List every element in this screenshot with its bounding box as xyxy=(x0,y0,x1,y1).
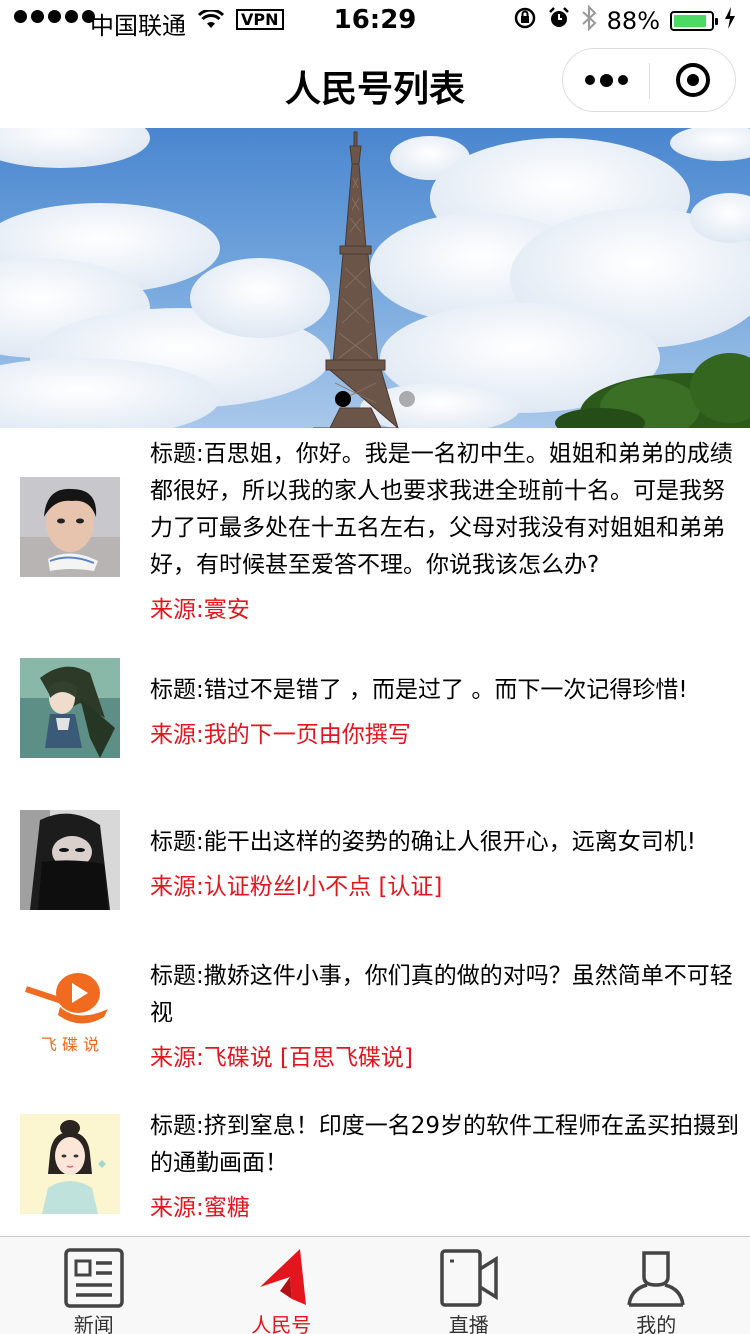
target-icon xyxy=(676,63,710,97)
tab-bar: 新闻 人民号 直播 我的 xyxy=(0,1236,750,1334)
bluetooth-icon xyxy=(581,4,597,37)
people-logo-icon xyxy=(260,1249,307,1305)
miniprogram-capsule xyxy=(562,48,736,112)
news-source: 来源:蜜糖 xyxy=(150,1195,250,1221)
avatar xyxy=(20,810,120,910)
battery-percentage: 88% xyxy=(606,7,660,35)
feidieshuo-logo: 飞 碟 说 xyxy=(20,961,120,1061)
tab-live[interactable]: 直播 xyxy=(375,1237,563,1334)
list-item[interactable]: 标题:挤到窒息！印度一名29岁的软件工程师在孟买拍摄到的通勤画面！ 来源:蜜糖 xyxy=(0,1108,750,1236)
battery-icon xyxy=(670,11,718,31)
navigation-bar: 人民号列表 xyxy=(0,40,750,128)
news-source: 来源:飞碟说 [百思飞碟说] xyxy=(150,1045,414,1071)
banner-carousel[interactable] xyxy=(0,128,750,428)
status-bar: 中国联通 VPN 16:29 88% xyxy=(0,0,750,40)
avatar xyxy=(20,477,120,577)
tab-label: 新闻 xyxy=(73,1313,114,1334)
close-miniprogram-button[interactable] xyxy=(650,49,736,111)
tab-label: 人民号 xyxy=(251,1313,312,1334)
news-source: 来源:我的下一页由你撰写 xyxy=(150,722,411,748)
carousel-indicators xyxy=(0,391,750,407)
news-title: 标题:能干出这样的姿势的确让人很开心，远离女司机! xyxy=(150,829,696,855)
list-item[interactable]: 标题:能干出这样的姿势的确让人很开心，远离女司机! 来源:认证粉丝l小不点 [认… xyxy=(0,810,750,910)
news-source: 来源:认证粉丝l小不点 [认证] xyxy=(150,874,443,900)
rotation-lock-icon xyxy=(513,6,537,36)
news-source: 来源:寰安 xyxy=(150,597,250,623)
logo-text: 飞 碟 说 xyxy=(40,1035,100,1054)
tab-label: 直播 xyxy=(448,1313,489,1334)
avatar xyxy=(20,1114,120,1214)
person-icon xyxy=(627,1251,685,1307)
alarm-icon xyxy=(547,6,571,36)
carousel-dot-1[interactable] xyxy=(335,391,351,407)
eiffel-tower-photo xyxy=(0,128,750,428)
charging-bolt-icon xyxy=(724,7,736,35)
avatar xyxy=(20,658,120,758)
tab-people[interactable]: 人民号 xyxy=(188,1237,376,1334)
news-title: 标题:挤到窒息！印度一名29岁的软件工程师在孟买拍摄到的通勤画面！ xyxy=(150,1113,740,1176)
tab-news[interactable]: 新闻 xyxy=(0,1237,188,1334)
tab-label: 我的 xyxy=(636,1313,677,1334)
list-item[interactable]: 飞 碟 说 标题:撒娇这件小事，你们真的做的对吗？虽然简单不可轻视 来源:飞碟说… xyxy=(0,958,750,1088)
list-item[interactable]: 标题:百思姐，你好。我是一名初中生。姐姐和弟弟的成绩都很好，所以我的家人也要求我… xyxy=(0,436,750,636)
more-menu-button[interactable] xyxy=(563,49,649,111)
carousel-dot-2[interactable] xyxy=(399,391,415,407)
newspaper-icon xyxy=(64,1248,124,1308)
news-title: 标题:错过不是错了 ，而是过了 。而下一次记得珍惜! xyxy=(150,677,688,703)
live-camera-icon xyxy=(440,1249,498,1307)
list-item[interactable]: 标题:错过不是错了 ，而是过了 。而下一次记得珍惜! 来源:我的下一页由你撰写 xyxy=(0,658,750,758)
news-list: 标题:百思姐，你好。我是一名初中生。姐姐和弟弟的成绩都很好，所以我的家人也要求我… xyxy=(0,428,750,1236)
tab-mine[interactable]: 我的 xyxy=(563,1237,750,1334)
news-title: 标题:百思姐，你好。我是一名初中生。姐姐和弟弟的成绩都很好，所以我的家人也要求我… xyxy=(150,441,733,578)
news-title: 标题:撒娇这件小事，你们真的做的对吗？虽然简单不可轻视 xyxy=(150,963,733,1026)
